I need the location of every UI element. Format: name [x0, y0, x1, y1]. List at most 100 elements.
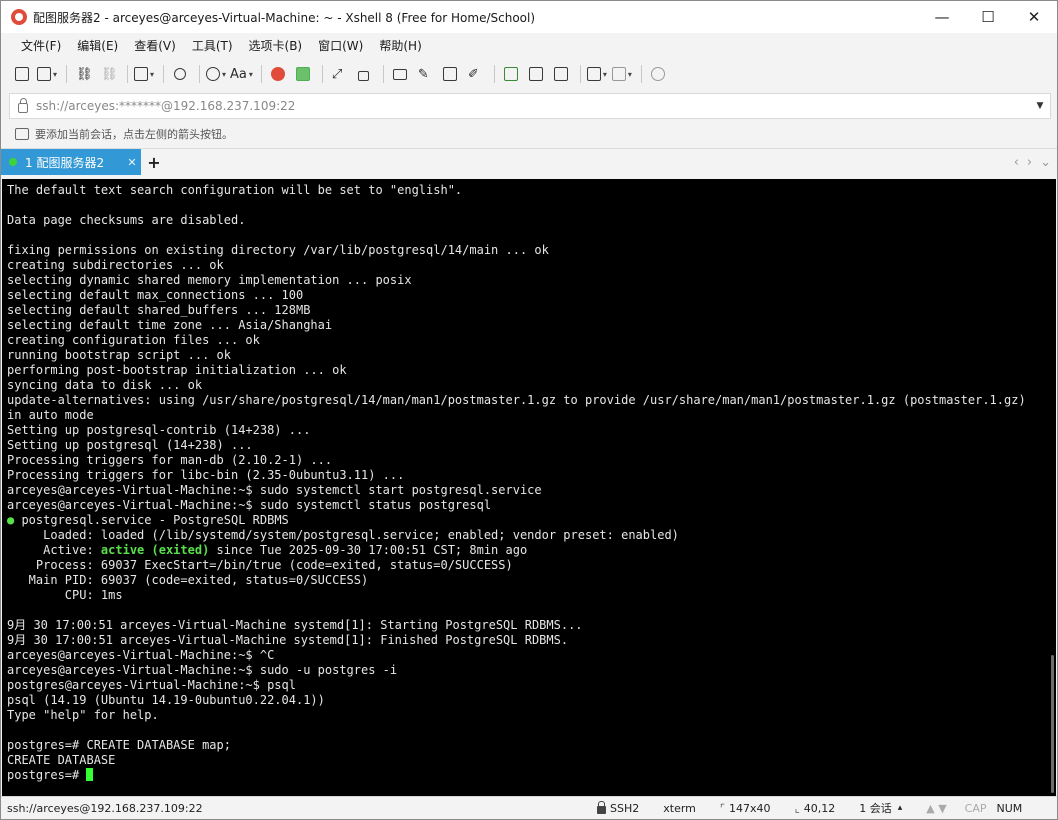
- terminal-output: The default text search configuration wi…: [2, 179, 1056, 783]
- search-button[interactable]: [169, 62, 191, 86]
- toolbar-divider: [579, 65, 581, 83]
- terminal[interactable]: The default text search configuration wi…: [2, 179, 1056, 797]
- terminal-line: Type "help" for help.: [7, 708, 1056, 723]
- font-button[interactable]: Aa ▾: [230, 62, 253, 86]
- terminal-text: in auto mode: [7, 408, 94, 422]
- terminal-line: The default text search configuration wi…: [7, 183, 1056, 198]
- menu-help[interactable]: 帮助(H): [371, 37, 429, 54]
- toolbar: ▾ ⛓ ⛓ ▾ ▾ Aa ▾ ⤢ ✎ ✐ ▾ ▾: [1, 57, 1057, 91]
- compose-bar-icon: [553, 67, 568, 81]
- menu-bar: 文件(F) 编辑(E) 查看(V) 工具(T) 选项卡(B) 窗口(W) 帮助(…: [1, 33, 1057, 57]
- disconnect-button[interactable]: ⛓: [97, 62, 119, 86]
- minimize-button[interactable]: —: [919, 1, 965, 33]
- terminal-cursor: [86, 768, 94, 781]
- new-session-button[interactable]: [11, 62, 33, 86]
- terminal-text: postgresql.service - PostgreSQL RDBMS: [14, 513, 289, 527]
- xftp-button[interactable]: [292, 62, 314, 86]
- terminal-line: postgres=#: [7, 768, 1056, 783]
- new-file-button[interactable]: ▾: [586, 62, 608, 86]
- xshell-window: 配图服务器2 - arceyes@arceyes-Virtual-Machine…: [0, 0, 1058, 820]
- layout-icon: [611, 67, 626, 81]
- terminal-line: Setting up postgresql-contrib (14+238) .…: [7, 423, 1056, 438]
- title-bar: 配图服务器2 - arceyes@arceyes-Virtual-Machine…: [1, 1, 1057, 33]
- tab-label: 1 配图服务器2: [25, 155, 105, 170]
- menu-tools[interactable]: 工具(T): [184, 37, 241, 54]
- chevron-left-icon[interactable]: ‹: [1014, 155, 1019, 170]
- help-button[interactable]: [647, 62, 669, 86]
- terminal-text: Active:: [7, 543, 101, 557]
- open-session-button[interactable]: ▾: [36, 62, 58, 86]
- chevron-down-icon[interactable]: ▼: [1030, 101, 1050, 111]
- tab-session-1[interactable]: 1 配图服务器2 ✕: [1, 149, 141, 175]
- reconnect-button[interactable]: ⛓: [72, 62, 94, 86]
- script-button[interactable]: ✎: [414, 62, 436, 86]
- search-icon: [174, 68, 186, 80]
- status-scroll-arrows[interactable]: ▲ ▼: [926, 802, 946, 815]
- terminal-text: CPU: 1ms: [7, 588, 123, 602]
- layout-button[interactable]: ▾: [611, 62, 633, 86]
- toolbar-divider: [493, 65, 495, 83]
- address-input[interactable]: ssh://arceyes:*******@192.168.237.109:22: [36, 99, 1030, 113]
- terminal-text: Processing triggers for libc-bin (2.35-0…: [7, 468, 405, 482]
- status-sessions[interactable]: 1 会话 ▴: [859, 800, 902, 816]
- address-bar[interactable]: ssh://arceyes:*******@192.168.237.109:22…: [9, 93, 1051, 119]
- log-button[interactable]: ✐: [464, 62, 486, 86]
- scrollbar-thumb[interactable]: [1051, 655, 1054, 793]
- terminal-text: selecting default shared_buffers ... 128…: [7, 303, 311, 317]
- new-session-icon: [15, 67, 29, 81]
- reconnect-icon: ⛓: [76, 67, 93, 82]
- terminal-text: Data page checksums are disabled.: [7, 213, 246, 227]
- window-title: 配图服务器2 - arceyes@arceyes-Virtual-Machine…: [33, 10, 536, 25]
- terminal-text: selecting default max_connections ... 10…: [7, 288, 304, 302]
- lock-icon: [597, 801, 606, 814]
- terminal-scrollbar[interactable]: [1046, 179, 1056, 797]
- terminal-text: Setting up postgresql-contrib (14+238) .…: [7, 423, 311, 437]
- script-icon: ✎: [417, 67, 429, 82]
- transfer-button[interactable]: [439, 62, 461, 86]
- compose-icon: [503, 67, 518, 81]
- terminal-line: arceyes@arceyes-Virtual-Machine:~$ ^C: [7, 648, 1056, 663]
- terminal-line: Processing triggers for libc-bin (2.35-0…: [7, 468, 1056, 483]
- terminal-line: Process: 69037 ExecStart=/bin/true (code…: [7, 558, 1056, 573]
- xftp-icon: [295, 67, 310, 81]
- status-terminal-type: xterm: [663, 801, 696, 815]
- terminal-line: selecting default time zone ... Asia/Sha…: [7, 318, 1056, 333]
- toolbar-divider: [199, 65, 200, 83]
- connected-status-icon: [9, 158, 17, 166]
- menu-tabs[interactable]: 选项卡(B): [241, 37, 311, 54]
- encoding-button[interactable]: ▾: [205, 62, 227, 86]
- maximize-button[interactable]: ☐: [965, 1, 1011, 33]
- menu-edit[interactable]: 编辑(E): [69, 37, 126, 54]
- lock-button[interactable]: [353, 62, 375, 86]
- fullscreen-button[interactable]: ⤢: [328, 62, 350, 86]
- terminal-text: fixing permissions on existing directory…: [7, 243, 549, 257]
- new-tab-button[interactable]: ▾: [133, 62, 155, 86]
- menu-view[interactable]: 查看(V): [126, 37, 184, 54]
- compose-button[interactable]: [500, 62, 522, 86]
- resize-icon: ⌜: [719, 801, 726, 815]
- transfer-icon: [442, 67, 457, 81]
- terminal-text: Processing triggers for man-db (2.10.2-1…: [7, 453, 333, 467]
- status-cursor-position: ⌞ 40,12: [795, 802, 836, 815]
- add-tab-button[interactable]: +: [141, 149, 167, 175]
- tab-list-icon[interactable]: ⌄: [1040, 155, 1051, 170]
- xshell-icon: [270, 67, 285, 81]
- menu-file[interactable]: 文件(F): [13, 37, 69, 54]
- close-icon[interactable]: ✕: [123, 156, 141, 169]
- status-protocol-label: SSH2: [610, 801, 640, 815]
- close-button[interactable]: ✕: [1011, 1, 1057, 33]
- keyboard-button[interactable]: [389, 62, 411, 86]
- status-protocol: SSH2: [597, 801, 640, 815]
- terminal-line: Loaded: loaded (/lib/systemd/system/post…: [7, 528, 1056, 543]
- status-bar: ssh://arceyes@192.168.237.109:22 SSH2 xt…: [1, 796, 1057, 819]
- menu-window[interactable]: 窗口(W): [310, 37, 371, 54]
- terminal-text: arceyes@arceyes-Virtual-Machine:~$ sudo …: [7, 663, 398, 677]
- chevron-right-icon[interactable]: ›: [1027, 155, 1032, 170]
- disconnect-icon: ⛓: [101, 67, 118, 82]
- terminal-text: selecting default time zone ... Asia/Sha…: [7, 318, 333, 332]
- tunnel-button[interactable]: [525, 62, 547, 86]
- xshell-button[interactable]: [267, 62, 289, 86]
- session-bar-icon[interactable]: [15, 127, 29, 140]
- compose-bar-button[interactable]: [550, 62, 572, 86]
